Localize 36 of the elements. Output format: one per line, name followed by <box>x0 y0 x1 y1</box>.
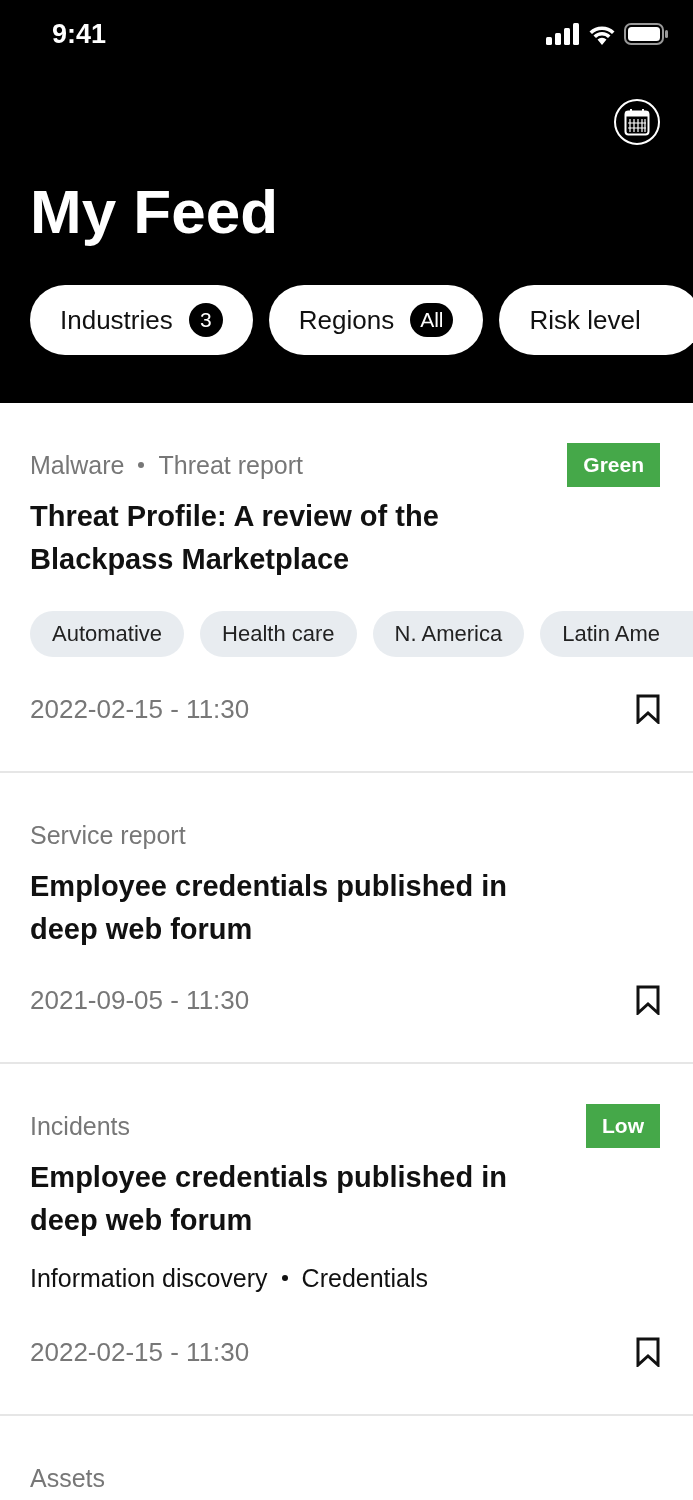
filter-chip[interactable]: Risk level <box>499 285 693 355</box>
bookmark-icon[interactable] <box>636 1337 660 1367</box>
separator-dot <box>138 462 145 468</box>
tag-chip: N. America <box>372 611 525 657</box>
count-badge: 3 <box>188 303 223 337</box>
category-label: Threat report <box>158 450 303 480</box>
date-label: 2022-02-15 - 11:30 <box>30 693 250 725</box>
date-label: 2021-09-05 - 11:30 <box>30 984 250 1016</box>
topic-label: Credentials <box>301 1263 429 1293</box>
filter-chip[interactable]: Industries 3 <box>30 285 253 355</box>
tag-chip: Health care <box>200 611 357 657</box>
category-label: Malware <box>30 450 125 480</box>
wifi-icon <box>588 23 616 45</box>
page-title: My Feed <box>30 177 280 247</box>
tag-chip: Latin Ame <box>540 611 693 657</box>
separator-dot <box>281 1275 288 1281</box>
status-time: 9:41 <box>52 18 107 50</box>
calendar-icon <box>624 107 650 136</box>
battery-icon <box>624 23 668 45</box>
calendar-button[interactable] <box>614 98 660 145</box>
category-label: Service report <box>30 820 186 850</box>
topic-label: Information discovery <box>30 1263 268 1293</box>
risk-badge: Green <box>567 443 660 487</box>
date-label: 2022-02-15 - 11:30 <box>30 1336 250 1368</box>
filter-chip[interactable]: Regions All <box>268 285 484 355</box>
bookmark-icon[interactable] <box>636 985 660 1015</box>
article-title[interactable]: Employee credentials published in deep web forum <box>30 865 560 951</box>
risk-badge: Low <box>586 1104 660 1148</box>
category-label: Assets <box>30 1463 106 1493</box>
signal-icon <box>546 23 580 45</box>
bookmark-icon[interactable] <box>636 694 660 724</box>
category-label: Incidents <box>30 1111 131 1141</box>
tag-chip: Automative <box>30 611 185 657</box>
count-badge: All <box>410 303 454 337</box>
article-title[interactable]: Threat Profile: A review of the Blackpass Marketplace <box>30 495 560 581</box>
article-title[interactable]: Employee credentials published in deep web forum <box>30 1156 560 1242</box>
